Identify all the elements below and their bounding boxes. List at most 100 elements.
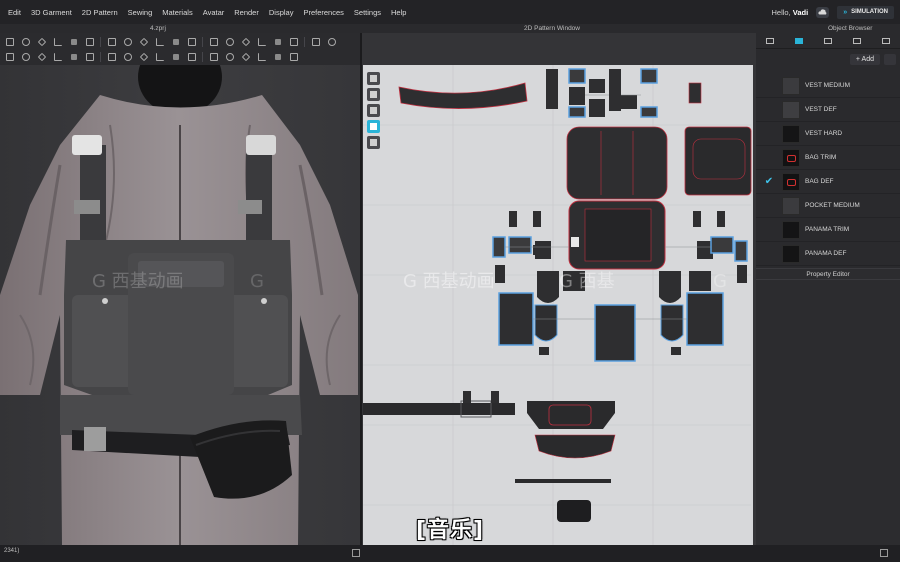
material-list: VEST MEDIUM VEST DEF VEST HARD BAG TRIM ✔ BAG…: [756, 74, 900, 266]
toolbar-3d-row2-tool-16-icon[interactable]: [255, 51, 268, 63]
toolbar-3d-row2-tool-2-icon[interactable]: [19, 51, 32, 63]
menu-item-avatar[interactable]: Avatar: [198, 8, 230, 17]
toolbar-3d-row1-tool-18-icon[interactable]: [287, 36, 300, 48]
watermark: G 西基动画: [92, 271, 184, 292]
file-name: 4.zprj: [150, 25, 166, 32]
chevron-down-icon: »: [843, 8, 848, 16]
add-button[interactable]: + Add: [849, 53, 880, 65]
toolbar-3d-row2-tool-1-icon[interactable]: [3, 51, 16, 63]
fabric-tab-icon[interactable]: [790, 35, 808, 47]
menu-item-edit[interactable]: Edit: [3, 8, 26, 17]
toolbar-3d-row2-tool-18-icon[interactable]: [287, 51, 300, 63]
toolbar-3d-row1-tool-3-icon[interactable]: [35, 36, 48, 48]
material-name: BAG DEF: [805, 178, 834, 185]
layer-icon[interactable]: [366, 136, 380, 149]
material-item[interactable]: POCKET MEDIUM: [756, 194, 900, 218]
toolbar-3d-row1-tool-11-icon[interactable]: [169, 36, 182, 48]
material-item[interactable]: PANAMA DEF: [756, 242, 900, 266]
toolbar-3d-row1-tool-13-icon[interactable]: [207, 36, 220, 48]
copy-button[interactable]: [884, 53, 896, 65]
menu-item-3d-garment[interactable]: 3D Garment: [26, 8, 77, 17]
3d-garment-render: G 西基动画 G: [0, 65, 360, 545]
menu-item-settings[interactable]: Settings: [349, 8, 386, 17]
list-icon[interactable]: [761, 35, 779, 47]
toolbar-3d-row1-tool-20-icon[interactable]: [325, 36, 338, 48]
toolbar-separator: [202, 51, 203, 62]
avatar-icon[interactable]: [366, 104, 380, 117]
user-greeting: Hello, Vadi: [771, 7, 809, 17]
material-item[interactable]: VEST MEDIUM: [756, 74, 900, 98]
simulation-button[interactable]: » SIMULATION: [837, 5, 894, 19]
expand-icon[interactable]: [352, 549, 360, 557]
menu-item-display[interactable]: Display: [264, 8, 299, 17]
status-coords: 2341): [4, 548, 20, 554]
toolbar-3d-row2-tool-15-icon[interactable]: [239, 51, 252, 63]
2d-pattern-board[interactable]: G 西基动画 G 西基 G: [363, 65, 753, 545]
object-browser: + Add VEST MEDIUM VEST DEF VEST HARD BAG TR…: [756, 33, 900, 268]
toolbar-3d-row1-tool-6-icon[interactable]: [83, 36, 96, 48]
toolbar-3d-row1-tool-17-icon[interactable]: [271, 36, 284, 48]
pattern-tool-icon[interactable]: [366, 120, 380, 133]
toolbar-3d-row2-tool-8-icon[interactable]: [121, 51, 134, 63]
toolbar-3d-row1-tool-1-icon[interactable]: [3, 36, 16, 48]
material-swatch: [782, 124, 800, 143]
toolbar-3d-row2-tool-12-icon[interactable]: [185, 51, 198, 63]
line-tab-icon[interactable]: [848, 35, 866, 47]
toolbar-3d-row2-tool-5-icon[interactable]: [67, 51, 80, 63]
toolbar-3d-row1-tool-19-icon[interactable]: [309, 36, 322, 48]
material-swatch: [782, 76, 800, 95]
watermark: G: [713, 271, 727, 292]
toolbar-3d-row1-tool-14-icon[interactable]: [223, 36, 236, 48]
toolbar-separator: [100, 36, 101, 47]
menu-item-preferences[interactable]: Preferences: [298, 8, 348, 17]
watermark: G 西基: [559, 271, 615, 292]
object-browser-tabs: [756, 33, 900, 49]
material-item[interactable]: VEST DEF: [756, 98, 900, 122]
toolbar-3d-row2-tool-7-icon[interactable]: [105, 51, 118, 63]
cloud-icon[interactable]: [816, 6, 830, 18]
menu-item-materials[interactable]: Materials: [157, 8, 197, 17]
fullscreen-icon[interactable]: [880, 549, 888, 557]
toolbar-3d-row1-tool-2-icon[interactable]: [19, 36, 32, 48]
menubar-right: Hello, Vadi » SIMULATION: [771, 0, 894, 24]
3d-viewport[interactable]: G 西基动画 G: [0, 65, 360, 545]
material-item[interactable]: BAG TRIM: [756, 146, 900, 170]
shirt-icon[interactable]: [366, 88, 380, 101]
material-name: VEST DEF: [805, 106, 837, 113]
menu-item-2d-pattern[interactable]: 2D Pattern: [77, 8, 123, 17]
toolbar-3d-row-1: [0, 34, 338, 49]
toolbar-3d-row2-tool-3-icon[interactable]: [35, 51, 48, 63]
toolbar-3d-row2-tool-11-icon[interactable]: [169, 51, 182, 63]
toolbar-3d-row2-tool-17-icon[interactable]: [271, 51, 284, 63]
arrow-tool-icon[interactable]: [366, 72, 380, 85]
toolbar-3d-row1-tool-9-icon[interactable]: [137, 36, 150, 48]
material-swatch: [782, 196, 800, 215]
toolbar-3d-row1-tool-12-icon[interactable]: [185, 36, 198, 48]
toolbar-3d-row1-tool-5-icon[interactable]: [67, 36, 80, 48]
topstitch-tab-icon[interactable]: [877, 35, 895, 47]
menu-item-render[interactable]: Render: [229, 8, 264, 17]
watermark: G: [250, 271, 264, 292]
trim-tab-icon[interactable]: [819, 35, 837, 47]
toolbar-3d-row1-tool-8-icon[interactable]: [121, 36, 134, 48]
toolbar-3d-row2-tool-4-icon[interactable]: [51, 51, 64, 63]
material-name: BAG TRIM: [805, 154, 837, 161]
toolbar-3d-row1-tool-15-icon[interactable]: [239, 36, 252, 48]
material-item[interactable]: ✔ BAG DEF: [756, 170, 900, 194]
material-item[interactable]: VEST HARD: [756, 122, 900, 146]
toolbar-3d-row2-tool-13-icon[interactable]: [207, 51, 220, 63]
menu-item-sewing[interactable]: Sewing: [123, 8, 158, 17]
material-item[interactable]: PANAMA TRIM: [756, 218, 900, 242]
property-editor-title: Property Editor: [756, 268, 900, 280]
menu-item-help[interactable]: Help: [386, 8, 411, 17]
toolbar-3d-row2-tool-9-icon[interactable]: [137, 51, 150, 63]
toolbar-3d-row1-tool-7-icon[interactable]: [105, 36, 118, 48]
toolbar-3d-row1-tool-16-icon[interactable]: [255, 36, 268, 48]
toolbar-3d-row2-tool-10-icon[interactable]: [153, 51, 166, 63]
toolbar-3d-row2-tool-6-icon[interactable]: [83, 51, 96, 63]
toolbar-3d-row2-tool-14-icon[interactable]: [223, 51, 236, 63]
status-bar: 2341): [0, 545, 900, 562]
toolbar-3d-row1-tool-4-icon[interactable]: [51, 36, 64, 48]
toolbar-3d-row1-tool-10-icon[interactable]: [153, 36, 166, 48]
brand-logo-icon: [787, 178, 796, 186]
